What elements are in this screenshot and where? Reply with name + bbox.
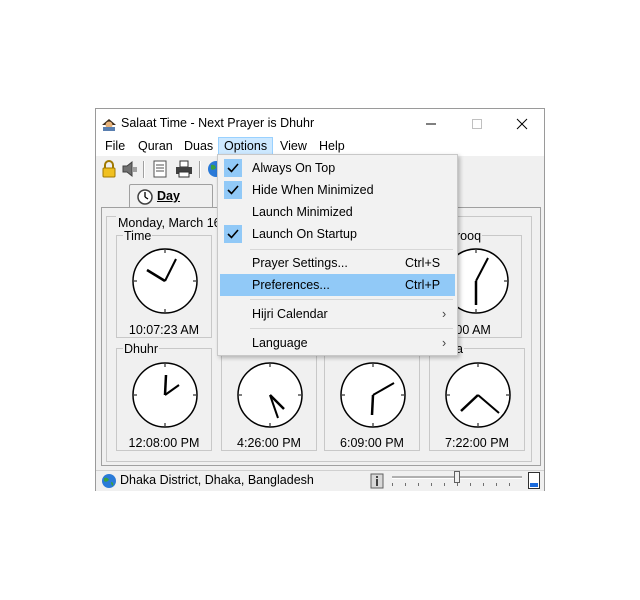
speaker-icon[interactable] (121, 160, 139, 178)
checkmark-icon (224, 225, 242, 243)
tab-day-label: Day (157, 189, 180, 203)
maximize-button[interactable] (454, 109, 500, 137)
document-icon[interactable] (152, 160, 170, 178)
clock-time-isha: 7:22:00 PM (445, 436, 509, 450)
volume-slider-thumb[interactable] (454, 471, 460, 483)
maximize-icon (472, 119, 482, 129)
checkmark-icon (224, 181, 242, 199)
menu-item-always-on-top[interactable]: Always On Top (220, 157, 455, 179)
menu-item-label: Hijri Calendar (252, 307, 328, 321)
menu-item-language[interactable]: Language › (220, 332, 455, 354)
volume-slider[interactable] (392, 471, 524, 489)
clock-time-dhuhr: 12:08:00 PM (128, 436, 200, 450)
chevron-right-icon: › (442, 307, 447, 321)
app-icon (101, 116, 117, 134)
chevron-right-icon: › (442, 336, 447, 350)
clock-time-time: 10:07:23 AM (128, 323, 200, 337)
menu-item-label: Hide When Minimized (252, 183, 374, 197)
menu-item-label: Preferences... (252, 278, 330, 292)
analog-clock-asr (237, 362, 303, 428)
menu-item-launch-on-startup[interactable]: Launch On Startup (220, 223, 455, 245)
checkmark-icon (224, 159, 242, 177)
globe-icon (101, 473, 117, 492)
menu-item-prayer-settings[interactable]: Prayer Settings... Ctrl+S (220, 252, 455, 274)
title-bar[interactable]: Salaat Time - Next Prayer is Dhuhr (96, 109, 544, 137)
level-meter-icon (528, 472, 540, 492)
toolbar-separator (143, 161, 145, 178)
clock-label-dhuhr: Dhuhr (123, 342, 160, 356)
clock-time-maghrib: 6:09:00 PM (340, 436, 404, 450)
menu-item-label: Language (252, 336, 308, 350)
close-button[interactable] (499, 109, 545, 137)
clock-time-asr: 4:26:00 PM (237, 436, 301, 450)
analog-clock-dhuhr (132, 362, 198, 428)
menu-item-hijri-calendar[interactable]: Hijri Calendar › (220, 303, 455, 325)
clock-label-time: Time (123, 229, 153, 243)
menu-item-hide-when-minimized[interactable]: Hide When Minimized (220, 179, 455, 201)
options-dropdown-menu: Always On Top Hide When Minimized Launch… (217, 154, 458, 356)
menu-separator (250, 328, 453, 329)
tab-day[interactable]: Day (129, 184, 213, 209)
analog-clock-isha (445, 362, 511, 428)
status-bar: Dhaka District, Dhaka, Bangladesh (96, 470, 544, 491)
info-icon[interactable] (370, 473, 384, 492)
menu-item-label: Always On Top (252, 161, 336, 175)
clock-icon (137, 189, 153, 208)
menu-item-preferences[interactable]: Preferences... Ctrl+P (220, 274, 455, 296)
analog-clock-maghrib (340, 362, 406, 428)
menu-item-launch-minimized[interactable]: Launch Minimized (220, 201, 455, 223)
menu-separator (250, 249, 453, 250)
menu-item-label: Launch Minimized (252, 205, 353, 219)
menu-duas[interactable]: Duas (179, 137, 218, 156)
menu-separator (250, 299, 453, 300)
menu-item-shortcut: Ctrl+S (405, 256, 441, 270)
window-title: Salaat Time - Next Prayer is Dhuhr (121, 116, 315, 130)
location-text: Dhaka District, Dhaka, Bangladesh (120, 473, 314, 487)
menu-file[interactable]: File (100, 137, 130, 156)
printer-icon[interactable] (175, 160, 193, 178)
menu-item-label: Prayer Settings... (252, 256, 348, 270)
minimize-button[interactable] (408, 109, 454, 137)
minimize-icon (426, 123, 436, 125)
menu-item-shortcut: Ctrl+P (405, 278, 441, 292)
menu-quran[interactable]: Quran (133, 137, 178, 156)
toolbar-separator (199, 161, 201, 178)
menu-item-label: Launch On Startup (252, 227, 357, 241)
lock-icon[interactable] (101, 160, 119, 178)
analog-clock-time (132, 248, 198, 314)
close-icon (516, 118, 528, 130)
clock-label-shurooq: rooq (455, 229, 483, 243)
date-label: Monday, March 16 (116, 216, 223, 230)
